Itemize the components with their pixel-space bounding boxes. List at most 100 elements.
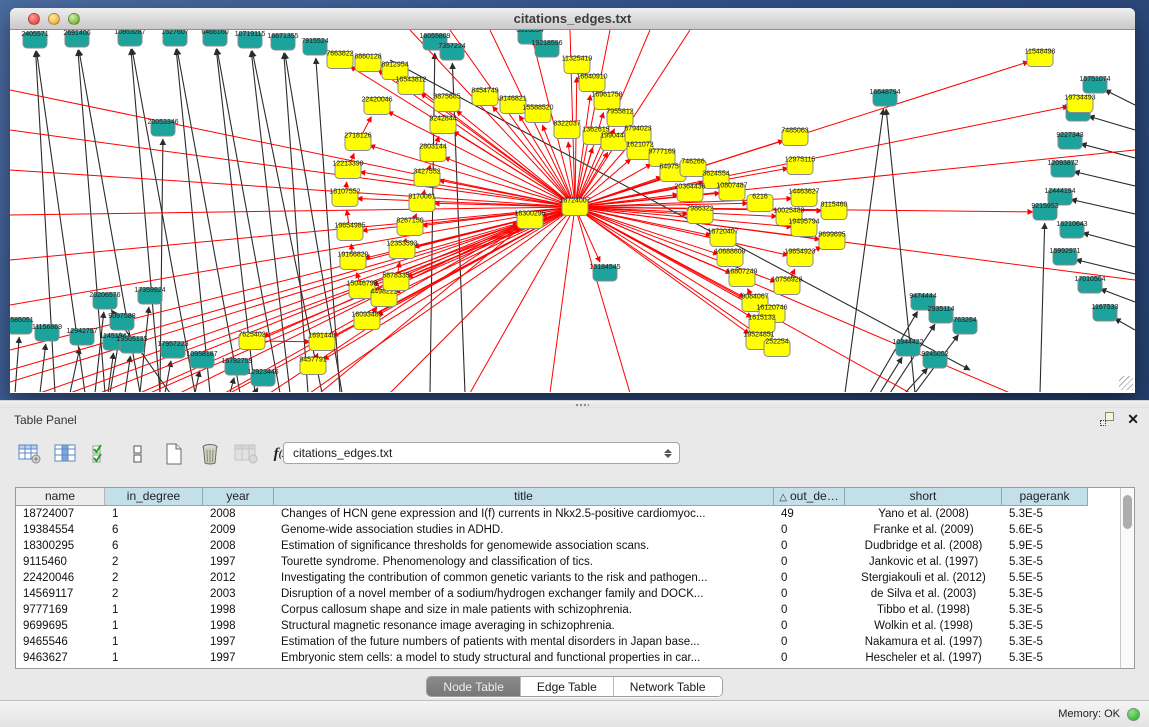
- table-cell[interactable]: 0: [774, 570, 845, 586]
- graph-node[interactable]: 20053346: [147, 119, 178, 136]
- graph-node[interactable]: 16210643: [1056, 221, 1087, 238]
- graph-node[interactable]: 14463627: [788, 189, 819, 207]
- graph-node[interactable]: 16671355: [267, 33, 298, 50]
- graph-node[interactable]: 1691440: [308, 333, 335, 351]
- table-row[interactable]: 946362711997Embryonic stem cells: a mode…: [16, 650, 1134, 666]
- table-cell[interactable]: 2: [105, 586, 203, 602]
- table-cell[interactable]: Structural magnetic resonance image aver…: [274, 618, 774, 634]
- graph-node[interactable]: 2691406: [63, 30, 90, 47]
- graph-node[interactable]: 1990448: [600, 133, 627, 151]
- table-cell[interactable]: 18724007: [16, 506, 105, 522]
- graph-node[interactable]: 19495794: [788, 219, 819, 237]
- table-row[interactable]: 969969511998Structural magnetic resonanc…: [16, 618, 1134, 634]
- table-cell[interactable]: Hescheler et al. (1997): [845, 650, 1002, 666]
- table-cell[interactable]: 5.3E-5: [1002, 602, 1088, 618]
- row-checks-icon[interactable]: [88, 441, 116, 467]
- select-columns-icon[interactable]: [52, 441, 80, 467]
- table-cell[interactable]: 1997: [203, 634, 274, 650]
- graph-node[interactable]: 13505135: [116, 336, 147, 353]
- delete-column-icon[interactable]: [196, 441, 224, 467]
- graph-node[interactable]: 7915524: [301, 38, 328, 55]
- graph-node[interactable]: 6216: [747, 194, 773, 212]
- table-mode-icon[interactable]: [16, 441, 44, 467]
- graph-node[interactable]: 2405571: [21, 31, 48, 48]
- graph-node[interactable]: 9242844: [429, 116, 456, 134]
- graph-node[interactable]: 18807249: [726, 269, 757, 287]
- node-table[interactable]: namein_degreeyeartitle△out_de…shortpager…: [15, 487, 1135, 669]
- column-header-in_degree[interactable]: in_degree: [105, 488, 203, 506]
- table-cell[interactable]: Stergiakouli et al. (2012): [845, 570, 1002, 586]
- graph-node[interactable]: 2935114: [928, 306, 955, 323]
- graph-node[interactable]: 17010504: [1074, 276, 1105, 293]
- graph-node[interactable]: 19654985: [334, 223, 365, 241]
- table-cell[interactable]: Yano et al. (2008): [845, 506, 1002, 522]
- scrollbar-thumb[interactable]: [1123, 495, 1132, 529]
- graph-node[interactable]: 18107552: [329, 189, 360, 207]
- table-cell[interactable]: Jankovic et al. (1997): [845, 554, 1002, 570]
- table-cell[interactable]: Disruption of a novel member of a sodium…: [274, 586, 774, 602]
- network-window[interactable]: citations_edges.txt 18724007183002952405…: [10, 8, 1135, 393]
- graph-node[interactable]: 12975115: [785, 157, 816, 175]
- table-cell[interactable]: 0: [774, 602, 845, 618]
- tab-network-table[interactable]: Network Table: [614, 677, 722, 696]
- table-cell[interactable]: 0: [774, 586, 845, 602]
- graph-node[interactable]: 12093872: [1047, 160, 1078, 177]
- graph-node[interactable]: 12942757: [66, 328, 97, 345]
- graph-node[interactable]: 1615132: [748, 315, 775, 333]
- table-cell[interactable]: Corpus callosum shape and size in male p…: [274, 602, 774, 618]
- table-cell[interactable]: Embryonic stem cells: a model to study s…: [274, 650, 774, 666]
- table-cell[interactable]: 5.5E-5: [1002, 570, 1088, 586]
- graph-node[interactable]: 18724007: [559, 198, 590, 216]
- graph-node[interactable]: 16961758: [591, 92, 622, 110]
- column-header-name[interactable]: name: [16, 488, 105, 506]
- table-cell[interactable]: 5.6E-5: [1002, 522, 1088, 538]
- table-cell[interactable]: Tibbo et al. (1998): [845, 602, 1002, 618]
- graph-node[interactable]: 7663822: [326, 51, 353, 69]
- table-cell[interactable]: 0: [774, 650, 845, 666]
- table-cell[interactable]: 6: [105, 522, 203, 538]
- graph-node[interactable]: 4498222: [370, 289, 397, 307]
- graph-node[interactable]: 7485063: [781, 128, 808, 146]
- graph-node[interactable]: 18720407: [707, 229, 738, 247]
- table-cell[interactable]: 1: [105, 634, 203, 650]
- graph-node[interactable]: 15992971: [1049, 248, 1080, 265]
- graph-node[interactable]: 3875685: [433, 94, 460, 112]
- graph-node[interactable]: 7625402: [238, 332, 265, 350]
- column-pair-icon[interactable]: [124, 441, 152, 467]
- table-cell[interactable]: 0: [774, 618, 845, 634]
- table-cell[interactable]: 6: [105, 538, 203, 554]
- table-cell[interactable]: 2009: [203, 522, 274, 538]
- table-cell[interactable]: 5.3E-5: [1002, 634, 1088, 650]
- graph-node[interactable]: 10853287: [114, 30, 145, 46]
- graph-node[interactable]: 19166829: [337, 252, 368, 270]
- vertical-scrollbar[interactable]: [1120, 488, 1134, 668]
- graph-node[interactable]: 19218596: [531, 40, 562, 57]
- new-column-icon[interactable]: [160, 441, 188, 467]
- table-cell[interactable]: 0: [774, 538, 845, 554]
- graph-node[interactable]: 16093489: [351, 312, 382, 330]
- graph-node[interactable]: 9215953: [1031, 203, 1058, 220]
- graph-node[interactable]: 2803144: [419, 144, 446, 162]
- graph-node[interactable]: 8585051: [10, 317, 34, 334]
- table-cell[interactable]: 1: [105, 506, 203, 522]
- graph-node[interactable]: 19654923: [784, 249, 815, 267]
- graph-node[interactable]: 10944422: [892, 339, 923, 356]
- graph-node[interactable]: 11325419: [562, 56, 593, 74]
- table-cell[interactable]: 18300295: [16, 538, 105, 554]
- citation-network-graph[interactable]: 1872400718300295240557126914061085328715…: [10, 30, 1135, 392]
- graph-node[interactable]: 20206576: [89, 292, 120, 309]
- graph-node[interactable]: 12353593: [386, 241, 417, 259]
- table-cell[interactable]: 9463627: [16, 650, 105, 666]
- graph-node[interactable]: 11156869: [32, 324, 62, 341]
- table-row[interactable]: 1456911722003Disruption of a novel membe…: [16, 586, 1134, 602]
- table-cell[interactable]: de Silva et al. (2003): [845, 586, 1002, 602]
- table-cell[interactable]: Franke et al. (2009): [845, 522, 1002, 538]
- table-cell[interactable]: 5.9E-5: [1002, 538, 1088, 554]
- minimize-window-icon[interactable]: [48, 13, 60, 25]
- table-cell[interactable]: 9115460: [16, 554, 105, 570]
- table-cell[interactable]: 5.3E-5: [1002, 650, 1088, 666]
- graph-node[interactable]: 8860128: [354, 54, 381, 72]
- network-table-select[interactable]: citations_edges.txt: [283, 442, 680, 464]
- table-cell[interactable]: 1998: [203, 602, 274, 618]
- table-cell[interactable]: 1: [105, 602, 203, 618]
